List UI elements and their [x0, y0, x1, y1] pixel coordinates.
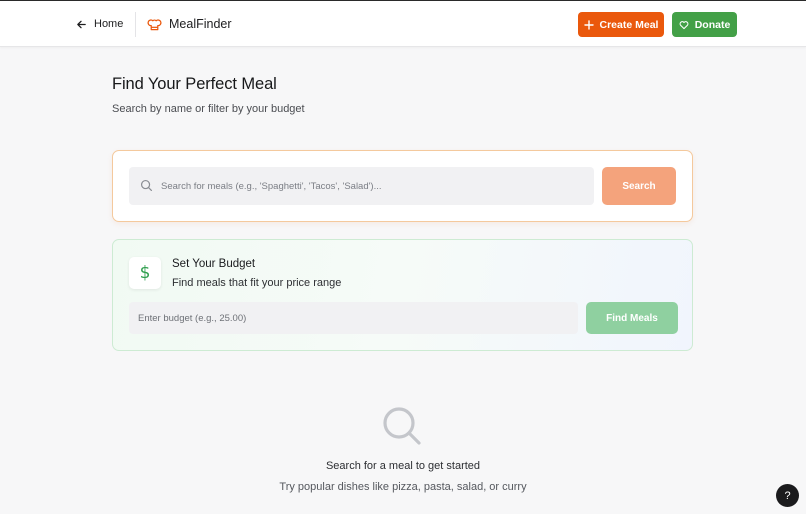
nav-divider	[135, 12, 136, 37]
search-input[interactable]	[161, 167, 586, 205]
budget-card: $ Set Your Budget Find meals that fit yo…	[112, 239, 693, 351]
create-meal-label: Create Meal	[599, 18, 659, 31]
find-meals-button[interactable]: Find Meals	[586, 302, 678, 334]
search-field[interactable]	[129, 167, 594, 205]
home-link-label: Home	[94, 18, 124, 30]
home-link[interactable]: Home	[76, 15, 123, 33]
create-meal-button[interactable]: Create Meal	[578, 12, 664, 37]
heart-icon	[679, 20, 689, 29]
search-button[interactable]: Search	[602, 167, 676, 205]
empty-state-title: Search for a meal to get started	[325, 460, 481, 472]
budget-input[interactable]	[129, 302, 578, 334]
magnifier-icon	[383, 407, 421, 445]
page-subtitle: Search by name or filter by your budget	[112, 103, 305, 115]
brand-name: MealFinder	[169, 17, 232, 31]
brand-logo[interactable]: MealFinder	[147, 15, 232, 33]
budget-title: Set Your Budget	[172, 258, 256, 270]
empty-state-subtitle: Try popular dishes like pizza, pasta, sa…	[279, 481, 527, 493]
donate-label: Donate	[694, 18, 731, 31]
top-navbar: Home MealFinder Create Meal Donate	[0, 1, 806, 47]
donate-button[interactable]: Donate	[672, 12, 737, 37]
search-card: Search	[112, 150, 693, 222]
arrow-left-icon	[77, 20, 86, 28]
budget-subtitle: Find meals that fit your price range	[172, 277, 342, 289]
plus-icon	[583, 19, 594, 30]
dollar-icon: $	[129, 257, 161, 289]
chef-hat-icon	[147, 18, 162, 30]
page-title: Find Your Perfect Meal	[112, 75, 277, 93]
search-icon	[140, 179, 153, 192]
budget-field[interactable]	[129, 302, 578, 334]
help-button[interactable]: ?	[776, 484, 799, 507]
